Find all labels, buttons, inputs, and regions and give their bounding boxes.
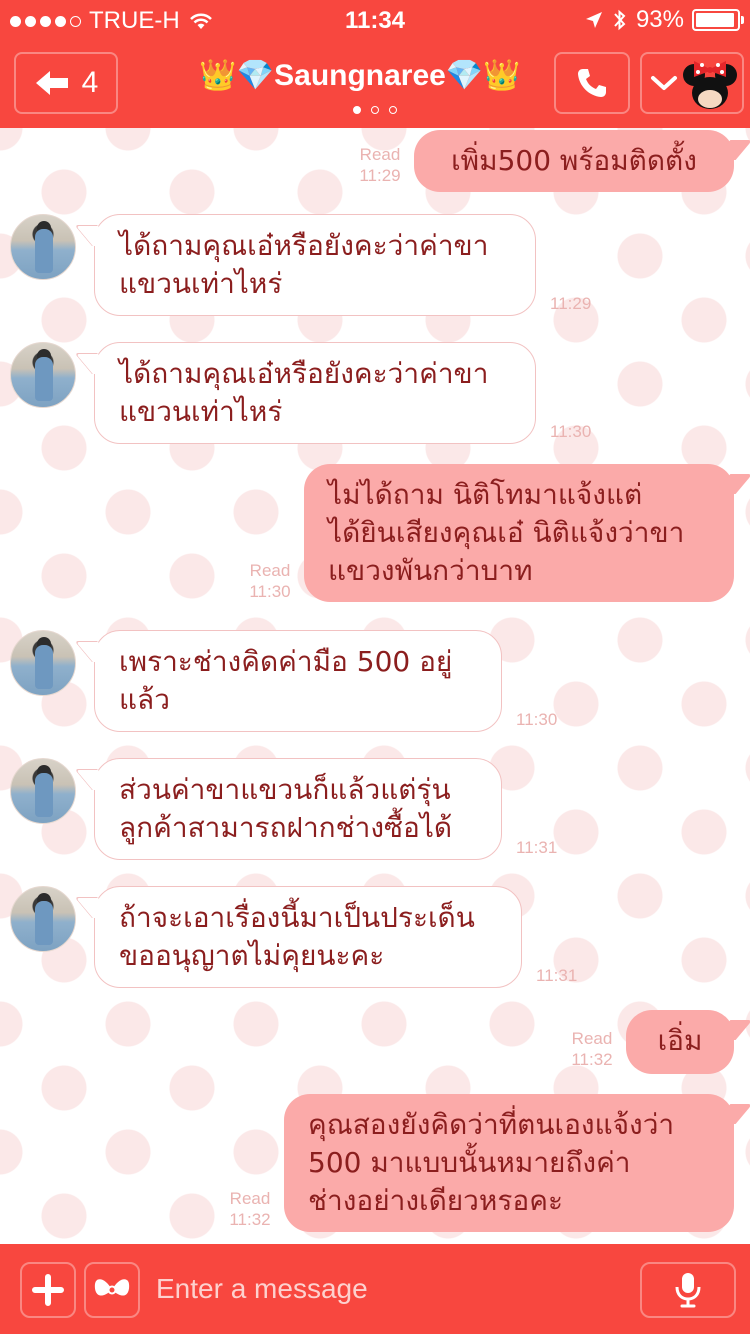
message-text: แขวงพันกว่าบาท <box>328 554 533 587</box>
outgoing-message-bubble[interactable]: คุณสองยังคิดว่าที่ตนเองแจ้งว่า 500 มาแบบ… <box>284 1094 734 1232</box>
outgoing-message-bubble[interactable]: เอิ่ม <box>626 1010 734 1074</box>
incoming-message-bubble[interactable]: เพราะช่างคิดค่ามือ 500 อยู่ แล้ว <box>94 630 502 732</box>
read-receipt: Read 11:29 <box>359 145 401 185</box>
page-indicator <box>0 106 750 114</box>
message-text: ส่วนค่าขาแขวนก็แล้วแต่รุ่น <box>119 773 451 806</box>
message-text: แขวนเท่าไหร่ <box>119 267 283 300</box>
back-button[interactable]: 4 <box>14 52 118 114</box>
avatar[interactable] <box>10 630 76 696</box>
message-text: แขวนเท่าไหร่ <box>119 395 283 428</box>
status-right: 93% <box>584 6 744 34</box>
message-input-bar <box>0 1244 750 1334</box>
message-time: 11:31 <box>536 966 578 985</box>
minnie-mouse-sticker-icon <box>683 61 737 109</box>
message-input[interactable] <box>156 1266 626 1312</box>
battery-percent: 93% <box>635 6 684 33</box>
call-button[interactable] <box>554 52 630 114</box>
bluetooth-icon <box>614 9 626 31</box>
sticker-button[interactable] <box>84 1262 140 1318</box>
unread-count: 4 <box>81 66 99 99</box>
outgoing-message-bubble[interactable]: ไม่ได้ถาม นิติโทมาแจ้งแต่ ได้ยินเสียงคุณ… <box>304 464 734 602</box>
avatar[interactable] <box>10 886 76 952</box>
back-arrow-icon <box>35 71 68 95</box>
more-menu-button[interactable] <box>640 52 744 114</box>
read-receipt: Read 11:32 <box>571 1029 613 1069</box>
status-bar: TRUE-H 11:34 93% <box>0 0 750 40</box>
location-arrow-icon <box>585 12 602 28</box>
incoming-message-bubble[interactable]: ถ้าจะเอาเรื่องนี้มาเป็นประเด็น ขออนุญาตไ… <box>94 886 522 988</box>
message-text: ได้ยินเสียงคุณเอ๋ นิติแจ้งว่าขา <box>328 516 685 549</box>
chat-header: 4 👑💎Saungnaree💎👑 <box>0 40 750 128</box>
message-text: ลูกค้าสามารถฝากช่างซื้อได้ <box>119 811 453 844</box>
plus-icon <box>32 1274 64 1306</box>
avatar[interactable] <box>10 342 76 408</box>
message-text: ถ้าจะเอาเรื่องนี้มาเป็นประเด็น <box>119 901 475 934</box>
message-text: คุณสองยังคิดว่าที่ตนเองแจ้งว่า <box>308 1108 675 1141</box>
message-time: 11:30 <box>550 422 592 441</box>
message-text: แล้ว <box>119 683 170 716</box>
add-attachment-button[interactable] <box>20 1262 76 1318</box>
message-time: 11:29 <box>550 294 592 313</box>
incoming-message-bubble[interactable]: ส่วนค่าขาแขวนก็แล้วแต่รุ่น ลูกค้าสามารถฝ… <box>94 758 502 860</box>
chat-title[interactable]: 👑💎Saungnaree💎👑 <box>150 58 570 93</box>
message-text: เอิ่ม <box>657 1024 703 1057</box>
message-text: 500 มาแบบนั้นหมายถึงค่า <box>308 1146 631 1179</box>
phone-icon <box>578 69 606 97</box>
avatar[interactable] <box>10 214 76 280</box>
message-text: ช่างอย่างเดียวหรอคะ <box>308 1184 563 1217</box>
message-text: ได้ถามคุณเอ๋หรือยังคะว่าค่าขา <box>119 357 489 390</box>
message-text: ได้ถามคุณเอ๋หรือยังคะว่าค่าขา <box>119 229 489 262</box>
incoming-message-bubble[interactable]: ได้ถามคุณเอ๋หรือยังคะว่าค่าขา แขวนเท่าไห… <box>94 214 536 316</box>
chat-messages-area[interactable]: Read 11:29 เพิ่ม500 พร้อมติดตั้ง ได้ถามคุ… <box>0 128 750 1244</box>
chevron-down-icon <box>651 76 677 90</box>
battery-icon <box>692 9 744 31</box>
message-time: 11:30 <box>516 710 558 729</box>
avatar[interactable] <box>10 758 76 824</box>
message-text: เพิ่ม500 พร้อมติดตั้ง <box>451 144 697 177</box>
read-receipt: Read 11:32 <box>229 1189 271 1229</box>
message-time: 11:31 <box>516 838 558 857</box>
message-text: ไม่ได้ถาม นิติโทมาแจ้งแต่ <box>328 478 643 511</box>
message-text: เพราะช่างคิดค่ามือ 500 อยู่ <box>119 645 453 678</box>
read-receipt: Read 11:30 <box>249 561 291 601</box>
incoming-message-bubble[interactable]: ได้ถามคุณเอ๋หรือยังคะว่าค่าขา แขวนเท่าไห… <box>94 342 536 444</box>
bow-icon <box>94 1279 130 1296</box>
microphone-icon <box>675 1273 701 1308</box>
voice-message-button[interactable] <box>640 1262 736 1318</box>
message-text: ขออนุญาตไม่คุยนะคะ <box>119 939 385 972</box>
outgoing-message-bubble[interactable]: เพิ่ม500 พร้อมติดตั้ง <box>414 130 734 192</box>
